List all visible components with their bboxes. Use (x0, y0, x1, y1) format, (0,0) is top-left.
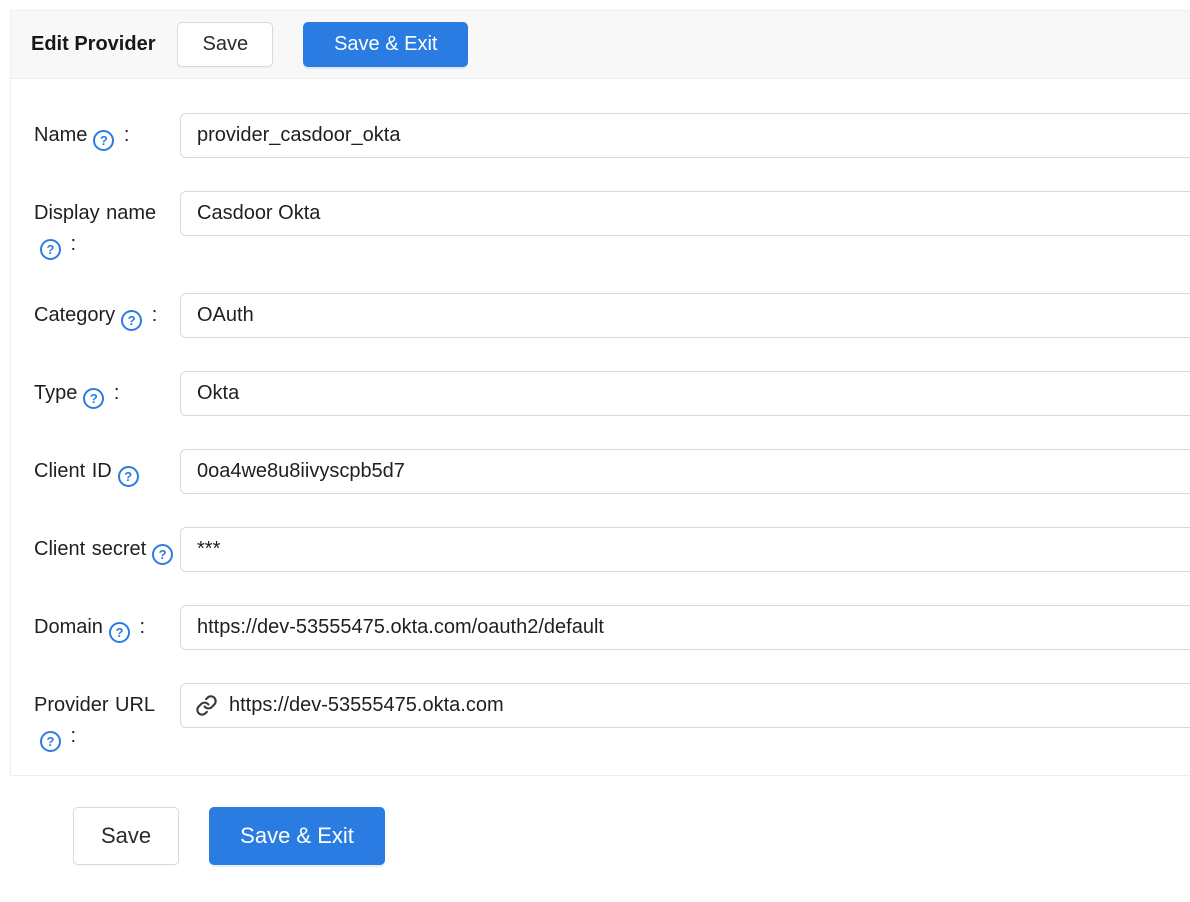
field-label: Display name? : (34, 191, 180, 260)
footer-actions: Save Save & Exit (73, 807, 385, 865)
field-label: Category? : (34, 293, 180, 331)
field-label: Domain? : (34, 605, 180, 643)
form-row-type: Type? : (34, 371, 1190, 416)
form-row-client-secret: Client secret? (34, 527, 1190, 572)
category-input[interactable] (180, 293, 1190, 338)
form-row-client-id: Client ID? (34, 449, 1190, 494)
client-secret-input[interactable] (180, 527, 1190, 572)
save-exit-button[interactable]: Save & Exit (303, 22, 468, 67)
domain-input[interactable] (180, 605, 1190, 650)
provider-form: Name? : Display name? : Category? : Type… (11, 79, 1190, 752)
link-icon (195, 694, 218, 717)
save-button[interactable]: Save (177, 22, 273, 67)
help-icon[interactable]: ? (109, 622, 130, 643)
form-row-display-name: Display name? : (34, 191, 1190, 260)
help-icon[interactable]: ? (93, 130, 114, 151)
form-row-name: Name? : (34, 113, 1190, 158)
type-input[interactable] (180, 371, 1190, 416)
field-label: Type? : (34, 371, 180, 409)
form-row-provider-url: Provider URL? : (34, 683, 1190, 752)
name-input[interactable] (180, 113, 1190, 158)
field-label: Client secret? (34, 527, 180, 565)
field-label: Provider URL? : (34, 683, 180, 752)
client-id-input[interactable] (180, 449, 1190, 494)
card-header: Edit Provider Save Save & Exit (11, 11, 1190, 79)
footer-save-button[interactable]: Save (73, 807, 179, 865)
help-icon[interactable]: ? (83, 388, 104, 409)
form-row-domain: Domain? : (34, 605, 1190, 650)
help-icon[interactable]: ? (40, 731, 61, 752)
form-row-category: Category? : (34, 293, 1190, 338)
help-icon[interactable]: ? (152, 544, 173, 565)
page-title: Edit Provider (31, 33, 155, 56)
display-name-input[interactable] (180, 191, 1190, 236)
provider-url-input-box[interactable] (180, 683, 1190, 728)
field-label: Name? : (34, 113, 180, 151)
help-icon[interactable]: ? (40, 239, 61, 260)
help-icon[interactable]: ? (121, 310, 142, 331)
edit-provider-card: Edit Provider Save Save & Exit Name? : D… (10, 10, 1190, 776)
footer-save-exit-button[interactable]: Save & Exit (209, 807, 385, 865)
field-label: Client ID? (34, 449, 180, 487)
provider-url-input[interactable] (229, 694, 1190, 717)
help-icon[interactable]: ? (118, 466, 139, 487)
